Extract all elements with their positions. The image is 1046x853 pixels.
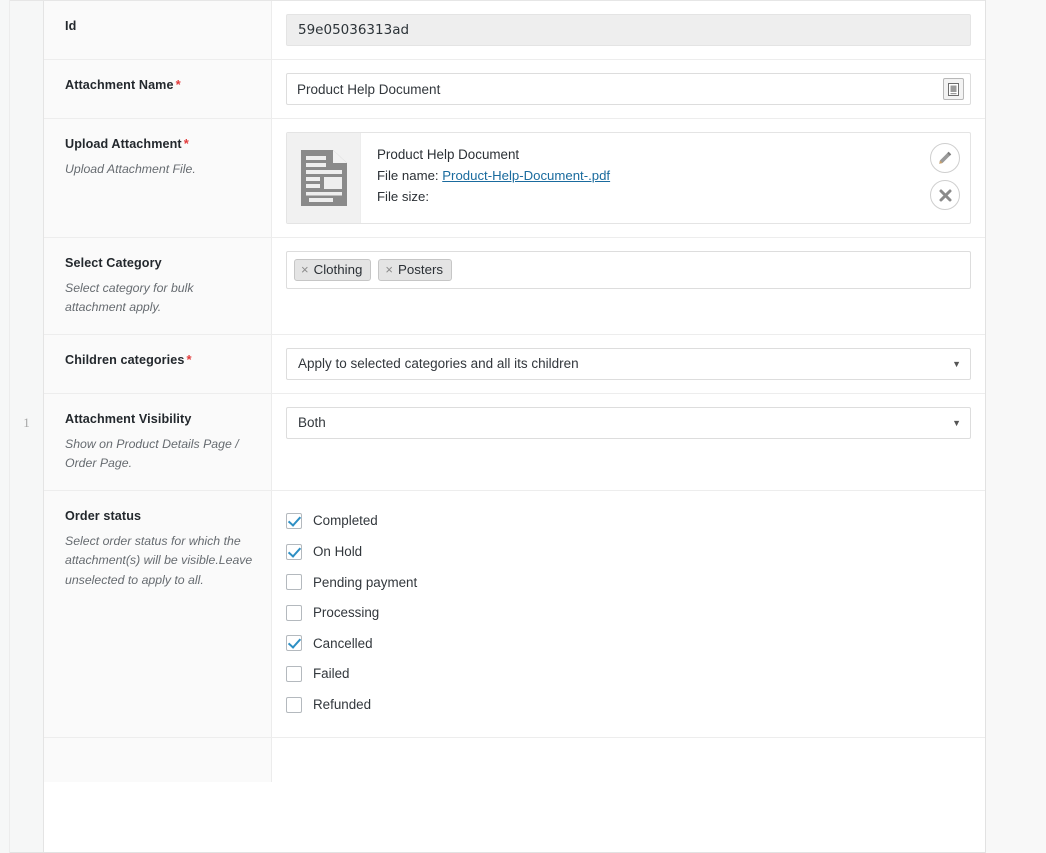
right-gutter [985, 0, 1046, 853]
attachment-file-size-row: File size: [377, 189, 970, 204]
order-status-option[interactable]: Cancelled [286, 628, 971, 659]
panel-frame: 1 Id 59e05036313ad Attachment Name * Pro… [0, 0, 1046, 853]
checkbox-refunded[interactable] [286, 696, 302, 713]
checkbox-processing[interactable] [286, 604, 302, 621]
required-marker: * [186, 351, 192, 367]
attachment-visibility-select[interactable]: Both [286, 406, 971, 439]
label-children-categories: Children categories [65, 352, 185, 367]
file-size-label: File size: [377, 189, 430, 204]
attachment-metadata: Product Help Document File name: Product… [361, 133, 970, 223]
value-cell-attachment-visibility: Both ▼ [272, 393, 985, 490]
tag-remove-icon[interactable]: × [385, 262, 393, 277]
label-attachment-name: Attachment Name [65, 78, 174, 92]
pencil-icon[interactable] [930, 143, 960, 173]
category-tag[interactable]: × Posters [378, 259, 453, 281]
fields-table: 1 Id 59e05036313ad Attachment Name * Pro… [10, 0, 985, 853]
field-row-order-status: Order status Select order status for whi… [44, 490, 985, 738]
checkbox-label: Completed [313, 513, 378, 529]
order-status-option[interactable]: On Hold [286, 536, 971, 567]
left-gutter [0, 0, 10, 853]
hint-order-status: Select order status for which the attach… [65, 533, 253, 587]
hint-upload-attachment: Upload Attachment File. [65, 162, 196, 176]
field-row-empty [44, 737, 985, 782]
value-cell-id: 59e05036313ad [272, 1, 985, 59]
category-tag[interactable]: × Clothing [294, 259, 372, 281]
field-row-id: Id 59e05036313ad [44, 1, 985, 60]
field-row-attachment-name: Attachment Name * [44, 60, 985, 119]
document-icon [300, 150, 347, 206]
value-cell-select-category: × Clothing × Posters [272, 238, 985, 334]
checkbox-label: Failed [313, 666, 350, 682]
order-status-option[interactable]: Pending payment [286, 567, 971, 598]
attachment-visibility-select-wrap: Both ▼ [286, 406, 971, 439]
required-marker: * [175, 77, 181, 92]
label-upload-attachment: Upload Attachment [65, 137, 182, 151]
checkbox-label: Refunded [313, 697, 372, 713]
row-number-column: 1 [10, 1, 44, 852]
id-readonly-field: 59e05036313ad [286, 14, 971, 46]
label-cell-empty [44, 737, 272, 782]
order-status-option[interactable]: Processing [286, 597, 971, 628]
order-status-checkbox-list: Completed On Hold Pending payment Proces… [286, 504, 971, 724]
attachment-name-wrap [286, 73, 971, 105]
value-cell-attachment-name [272, 60, 985, 118]
file-name-link[interactable]: Product-Help-Document-.pdf [442, 168, 610, 183]
value-cell-children-categories: Apply to selected categories and all its… [272, 334, 985, 393]
attachment-action-buttons [930, 143, 960, 210]
checkbox-label: Processing [313, 605, 380, 621]
hint-attachment-visibility: Show on Product Details Page / Order Pag… [65, 436, 239, 471]
attachment-preview-box: Product Help Document File name: Product… [286, 132, 971, 224]
attachment-settings-panel: 1 Id 59e05036313ad Attachment Name * Pro… [0, 0, 1046, 853]
field-row-attachment-visibility: Attachment Visibility Show on Product De… [44, 393, 985, 491]
field-row-select-category: Select Category Select category for bulk… [44, 238, 985, 335]
required-marker: * [183, 136, 189, 151]
file-name-label: File name: [377, 168, 439, 183]
close-icon[interactable] [930, 180, 960, 210]
label-select-category: Select Category [65, 256, 162, 270]
tag-remove-icon[interactable]: × [301, 262, 309, 277]
label-cell-attachment-name: Attachment Name * [44, 60, 272, 118]
media-library-icon[interactable] [943, 78, 964, 100]
checkbox-pending-payment[interactable] [286, 574, 302, 591]
value-cell-empty [272, 737, 985, 782]
checkbox-label: Pending payment [313, 574, 418, 590]
checkbox-completed[interactable] [286, 512, 302, 529]
checkbox-on-hold[interactable] [286, 543, 302, 560]
checkbox-cancelled[interactable] [286, 635, 302, 652]
category-tag-input[interactable]: × Clothing × Posters [286, 251, 971, 289]
label-cell-upload-attachment: Upload Attachment * Upload Attachment Fil… [44, 119, 272, 237]
fields-rows: Id 59e05036313ad Attachment Name * Produ… [44, 1, 985, 852]
order-status-option[interactable]: Failed [286, 659, 971, 690]
label-id: Id [65, 19, 77, 33]
label-cell-order-status: Order status Select order status for whi… [44, 490, 272, 737]
attachment-thumbnail [287, 133, 361, 223]
label-attachment-visibility: Attachment Visibility [65, 411, 192, 426]
tag-label: Posters [397, 262, 444, 277]
row-number: 1 [23, 415, 30, 430]
tag-label: Clothing [313, 262, 363, 277]
label-order-status: Order status [65, 508, 142, 523]
hint-select-category: Select category for bulk attachment appl… [65, 281, 194, 315]
children-categories-select[interactable]: Apply to selected categories and all its… [286, 347, 971, 380]
label-cell-select-category: Select Category Select category for bulk… [44, 238, 272, 334]
value-cell-order-status: Completed On Hold Pending payment Proces… [272, 490, 985, 737]
order-status-option[interactable]: Completed [286, 506, 971, 537]
attachment-file-name-row: File name: Product-Help-Document-.pdf [377, 168, 970, 183]
checkbox-label: On Hold [313, 544, 363, 560]
order-status-option[interactable]: Refunded [286, 689, 971, 720]
field-row-children-categories: Children categories * Apply to selected c… [44, 334, 985, 394]
label-cell-attachment-visibility: Attachment Visibility Show on Product De… [44, 393, 272, 490]
attachment-name-input[interactable] [286, 73, 971, 105]
children-categories-select-wrap: Apply to selected categories and all its… [286, 347, 971, 380]
label-cell-id: Id [44, 1, 272, 59]
attachment-file-title: Product Help Document [377, 147, 520, 162]
value-cell-upload-attachment: Product Help Document File name: Product… [272, 119, 985, 237]
checkbox-failed[interactable] [286, 665, 302, 682]
checkbox-label: Cancelled [313, 635, 373, 651]
field-row-upload-attachment: Upload Attachment * Upload Attachment Fil… [44, 119, 985, 238]
label-cell-children-categories: Children categories * [44, 334, 272, 393]
